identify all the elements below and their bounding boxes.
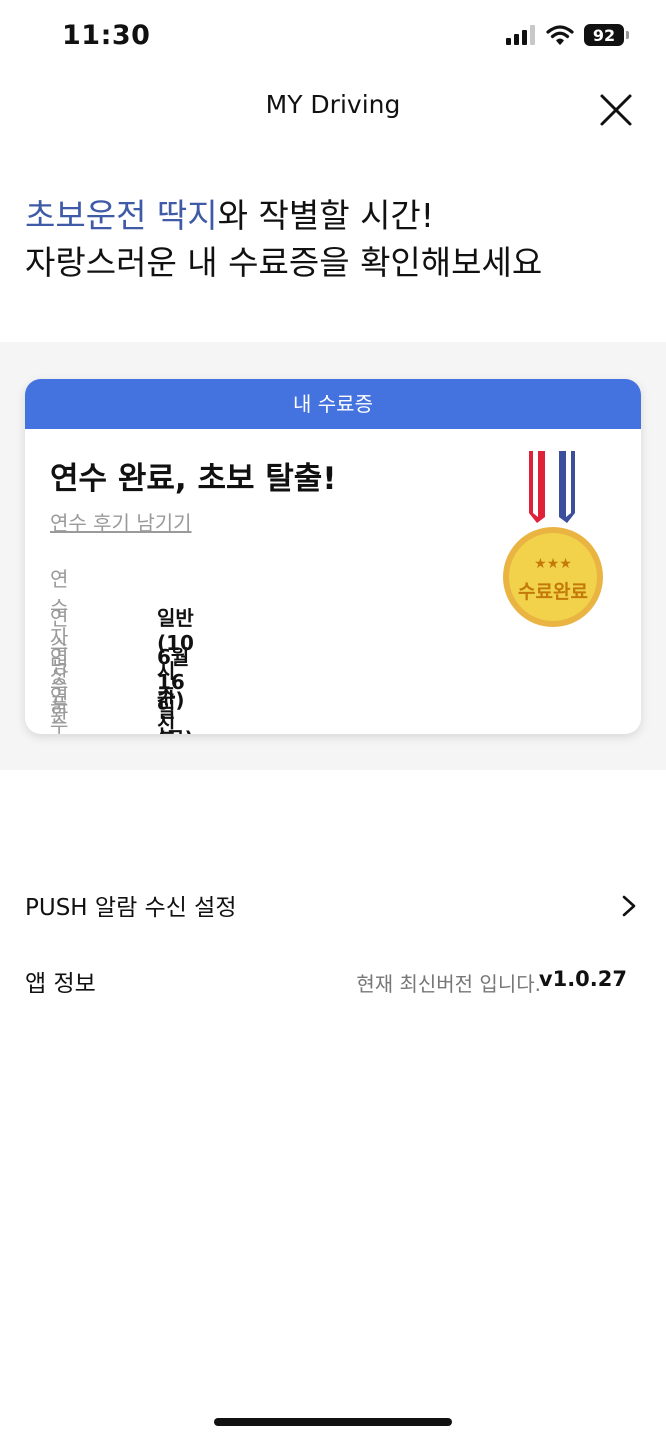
close-icon [600, 94, 632, 126]
review-link[interactable]: 연수 후기 남기기 [50, 507, 192, 536]
medal-icon: ★★★ 수료완료 [501, 451, 605, 629]
info-value: 주신자동차운전전문학원 [157, 684, 176, 734]
headline-line-2: 자랑스러운 내 수료증을 확인해보세요 [25, 243, 543, 282]
medal-label: 수료완료 [518, 581, 588, 603]
version-number: v1.0.27 [538, 967, 627, 991]
headline: 초보운전 딱지와 작별할 시간! 자랑스러운 내 수료증을 확인해보세요 [25, 192, 542, 286]
certificate-title: 연수 완료, 초보 탈출! [50, 461, 337, 497]
battery-level: 92 [592, 25, 616, 45]
battery-icon: 92 [584, 24, 629, 46]
page-title: MY Driving [265, 90, 401, 119]
headline-line-1: 초보운전 딱지와 작별할 시간! [25, 192, 542, 239]
cellular-signal-icon [506, 25, 535, 45]
info-label: 연수 학원 [50, 684, 69, 734]
app-info-label: 앱 정보 [25, 971, 96, 997]
certificate-header: 내 수료증 [25, 379, 641, 429]
wifi-icon [546, 25, 574, 45]
status-icons: 92 [506, 24, 629, 46]
home-indicator[interactable] [214, 1418, 452, 1426]
headline-accent: 초보운전 딱지 [25, 196, 218, 235]
app-info-row: 앱 정보 현재 최신버전 입니다. v1.0.27 [25, 962, 637, 1002]
chevron-right-icon [622, 895, 636, 917]
close-button[interactable] [596, 90, 636, 130]
svg-text:★★★: ★★★ [534, 556, 572, 572]
version-description: 현재 최신버전 입니다. [356, 972, 541, 996]
headline-line-1-rest: 와 작별할 시간! [217, 196, 435, 235]
status-bar: 11:30 92 [0, 0, 666, 76]
push-settings-label: PUSH 알람 수신 설정 [25, 895, 237, 921]
status-time: 11:30 [62, 20, 151, 51]
certificate-section: 내 수료증 연수 완료, 초보 탈출! 연수 후기 남기기 연수자 명 연수 상… [0, 342, 666, 770]
push-settings-row[interactable]: PUSH 알람 수신 설정 [25, 886, 637, 926]
certificate-card: 내 수료증 연수 완료, 초보 탈출! 연수 후기 남기기 연수자 명 연수 상… [25, 379, 641, 734]
